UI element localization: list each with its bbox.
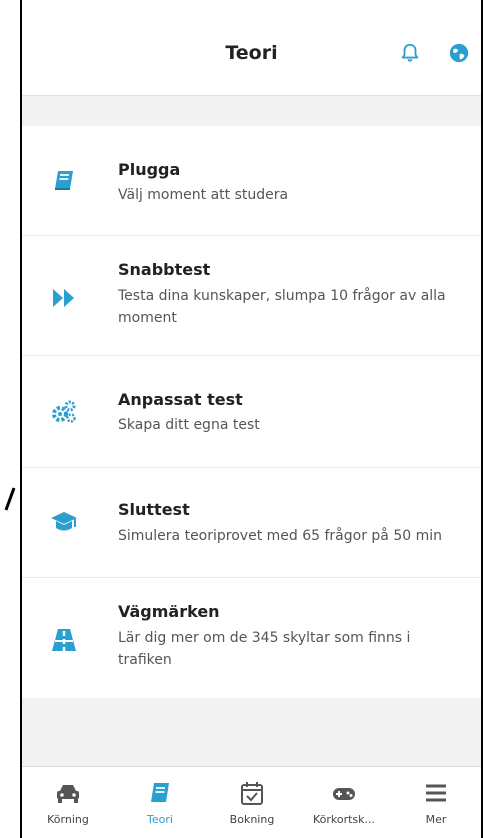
graduation-cap-icon [51,512,77,531]
book-icon [151,783,169,802]
gamepad-icon [333,788,355,800]
item-title: Sluttest [118,500,190,519]
top-bar: Teori [22,0,481,96]
tab-label: Teori [147,813,173,826]
tab-label: Körkortsk... [312,813,376,826]
globe-icon[interactable] [448,42,470,64]
calendar-check-icon [241,782,263,805]
gears-icon [52,400,76,423]
bottom-tab-bar: Körning Teori Bokning Körkortsk... Mer [22,766,481,838]
tab-label: Mer [425,813,447,826]
tab-korning[interactable]: Körning [22,767,114,838]
tab-korkortsk[interactable]: Körkortsk... [298,767,390,838]
item-title: Plugga [118,160,181,179]
item-title: Snabbtest [118,260,211,279]
menu-item-sluttest[interactable]: Sluttest Simulera teoriprovet med 65 frå… [22,468,481,578]
menu-icon [426,784,446,802]
book-icon [55,171,73,190]
page-edge-mark [4,487,16,511]
tab-teori[interactable]: Teori [114,767,206,838]
menu-item-plugga[interactable]: Plugga Välj moment att studera [22,126,481,236]
item-description: Lär dig mer om de 345 skyltar som finns … [118,630,411,668]
road-icon [52,629,76,651]
menu-item-snabbtest[interactable]: Snabbtest Testa dina kunskaper, slumpa 1… [22,236,481,356]
menu-item-anpassat-test[interactable]: Anpassat test Skapa ditt egna test [22,356,481,468]
fast-forward-icon [53,289,74,307]
tab-bokning[interactable]: Bokning [206,767,298,838]
tab-mer[interactable]: Mer [390,767,481,838]
item-description: Skapa ditt egna test [118,417,260,433]
car-icon [57,785,79,803]
item-title: Anpassat test [118,390,243,409]
item-description: Välj moment att studera [118,187,289,203]
tab-label: Bokning [229,813,275,826]
bell-icon[interactable] [399,42,421,64]
app-screen: Teori Plugga Välj moment att studera Sna… [20,0,483,838]
menu-item-vagmarken[interactable]: Vägmärken Lär dig mer om de 345 skyltar … [22,578,481,698]
theory-menu-list: Plugga Välj moment att studera Snabbtest… [22,126,481,698]
item-title: Vägmärken [118,602,220,621]
item-description: Testa dina kunskaper, slumpa 10 frågor a… [118,288,446,326]
item-description: Simulera teoriprovet med 65 frågor på 50… [118,528,442,544]
tab-label: Körning [47,813,89,826]
